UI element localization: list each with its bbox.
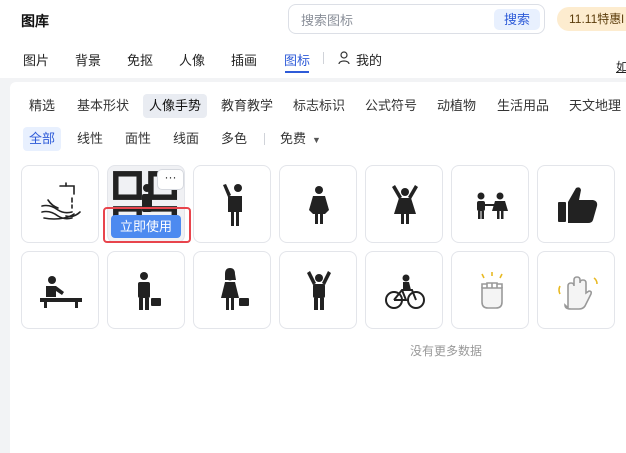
category-signs[interactable]: 标志标识 bbox=[287, 94, 351, 118]
businessman-icon bbox=[138, 272, 161, 310]
waving-hand-icon bbox=[558, 276, 598, 310]
category-plants-animals[interactable]: 动植物 bbox=[431, 94, 482, 118]
businesswoman-icon bbox=[221, 268, 249, 310]
category-formulas[interactable]: 公式符号 bbox=[359, 94, 423, 118]
corner-link[interactable]: 如 bbox=[616, 58, 626, 75]
empty-message: 没有更多数据 bbox=[410, 344, 483, 358]
cyclist-icon bbox=[385, 274, 425, 309]
nav-item-mine[interactable]: 我的 bbox=[356, 50, 382, 69]
icon-card[interactable] bbox=[279, 165, 357, 243]
style-linear[interactable]: 线性 bbox=[71, 127, 109, 151]
category-people-gestures[interactable]: 人像手势 bbox=[143, 94, 208, 118]
person-waving-icon bbox=[223, 184, 242, 226]
icon-card[interactable] bbox=[107, 251, 185, 329]
icon-card[interactable] bbox=[365, 165, 443, 243]
icon-card[interactable] bbox=[21, 165, 99, 243]
woman-cheering-icon bbox=[392, 185, 418, 224]
nav-item-icons[interactable]: 图标 bbox=[284, 50, 310, 69]
filter-divider bbox=[264, 133, 265, 145]
promo-badge[interactable]: 11.11特惠l bbox=[557, 7, 626, 31]
icon-card[interactable] bbox=[193, 251, 271, 329]
nav-divider bbox=[323, 52, 324, 64]
category-education[interactable]: 教育教学 bbox=[215, 94, 279, 118]
icon-card[interactable] bbox=[21, 251, 99, 329]
nav-item-cutouts[interactable]: 免抠 bbox=[127, 50, 153, 69]
icon-card[interactable] bbox=[451, 165, 529, 243]
woman-icon bbox=[309, 186, 329, 224]
category-astronomy-geography[interactable]: 天文地理 bbox=[563, 94, 626, 118]
search-box[interactable]: 搜索 bbox=[288, 4, 545, 34]
nav-item-backgrounds[interactable]: 背景 bbox=[75, 50, 101, 69]
search-input[interactable] bbox=[301, 11, 481, 29]
header: 图库 搜索 11.11特惠l 图片 背景 免抠 人像 插画 图标 我的 如 bbox=[0, 0, 626, 78]
price-filter-label: 免费 bbox=[280, 131, 307, 146]
caret-down-icon: ▼ bbox=[312, 135, 321, 145]
person-at-desk-icon bbox=[40, 276, 82, 308]
category-basic-shapes[interactable]: 基本形状 bbox=[71, 94, 135, 118]
thumbs-up-icon bbox=[558, 187, 598, 223]
icon-card[interactable] bbox=[193, 165, 271, 243]
nav-item-portraits[interactable]: 人像 bbox=[179, 50, 205, 69]
price-filter-dropdown[interactable]: 免费 ▼ bbox=[274, 127, 327, 151]
icon-card[interactable] bbox=[537, 165, 615, 243]
icon-card[interactable] bbox=[279, 251, 357, 329]
use-now-button[interactable]: 立即使用 bbox=[111, 215, 181, 238]
style-line-filled[interactable]: 线面 bbox=[167, 127, 205, 151]
icon-card[interactable] bbox=[451, 251, 529, 329]
nav-active-indicator bbox=[285, 71, 309, 73]
icon-card[interactable] bbox=[537, 251, 615, 329]
more-options-button[interactable]: ··· bbox=[157, 169, 184, 190]
children-icon bbox=[477, 192, 508, 219]
category-daily-goods[interactable]: 生活用品 bbox=[491, 94, 555, 118]
icon-card[interactable] bbox=[365, 251, 443, 329]
hand-wash-icon bbox=[41, 182, 81, 220]
user-icon bbox=[338, 51, 350, 65]
nav-item-images[interactable]: 图片 bbox=[23, 50, 49, 69]
style-filled[interactable]: 面性 bbox=[119, 127, 157, 151]
raised-fist-icon bbox=[481, 272, 503, 309]
man-cheering-icon bbox=[307, 271, 331, 310]
category-featured[interactable]: 精选 bbox=[23, 94, 61, 118]
search-button[interactable]: 搜索 bbox=[494, 9, 540, 30]
nav-item-illustrations[interactable]: 插画 bbox=[231, 50, 257, 69]
style-multicolor[interactable]: 多色 bbox=[215, 127, 253, 151]
style-all[interactable]: 全部 bbox=[23, 127, 62, 151]
app-title: 图库 bbox=[21, 13, 49, 29]
